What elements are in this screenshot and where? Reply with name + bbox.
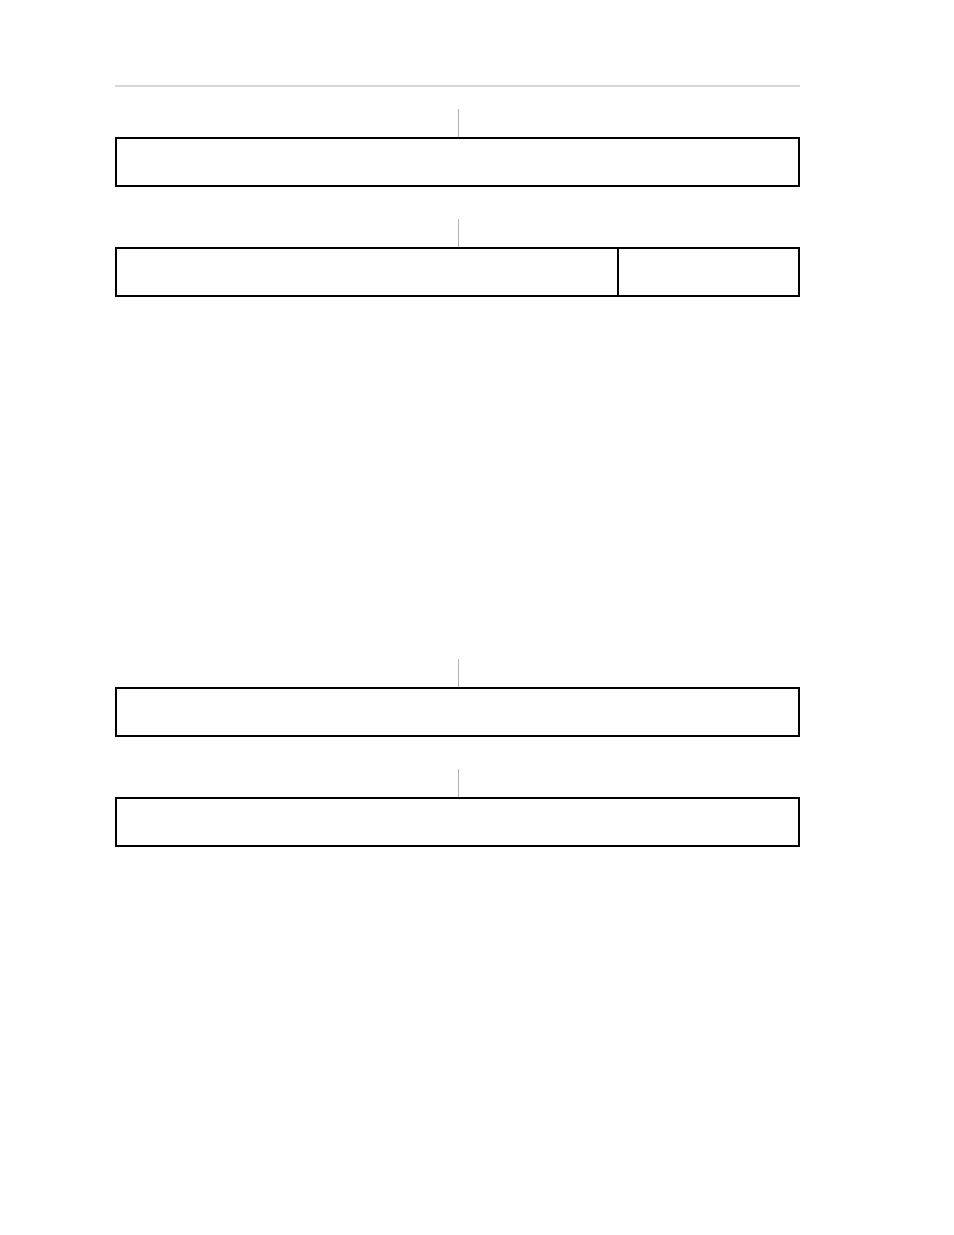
connector-line <box>458 109 459 137</box>
connector-line <box>458 219 459 247</box>
diagram-block-3 <box>115 687 800 737</box>
diagram-box-left <box>115 247 619 297</box>
header-divider <box>115 85 800 87</box>
diagram-block-1 <box>115 137 800 187</box>
diagram-box <box>115 797 800 847</box>
connector-line <box>458 769 459 797</box>
diagram-box <box>115 137 800 187</box>
diagram-box <box>115 687 800 737</box>
connector-line <box>458 659 459 687</box>
diagram-box-right <box>619 247 800 297</box>
page-container <box>115 85 800 907</box>
diagram-block-4 <box>115 797 800 847</box>
diagram-split-row <box>115 247 800 297</box>
spacer <box>115 357 800 657</box>
diagram-block-2 <box>115 247 800 297</box>
